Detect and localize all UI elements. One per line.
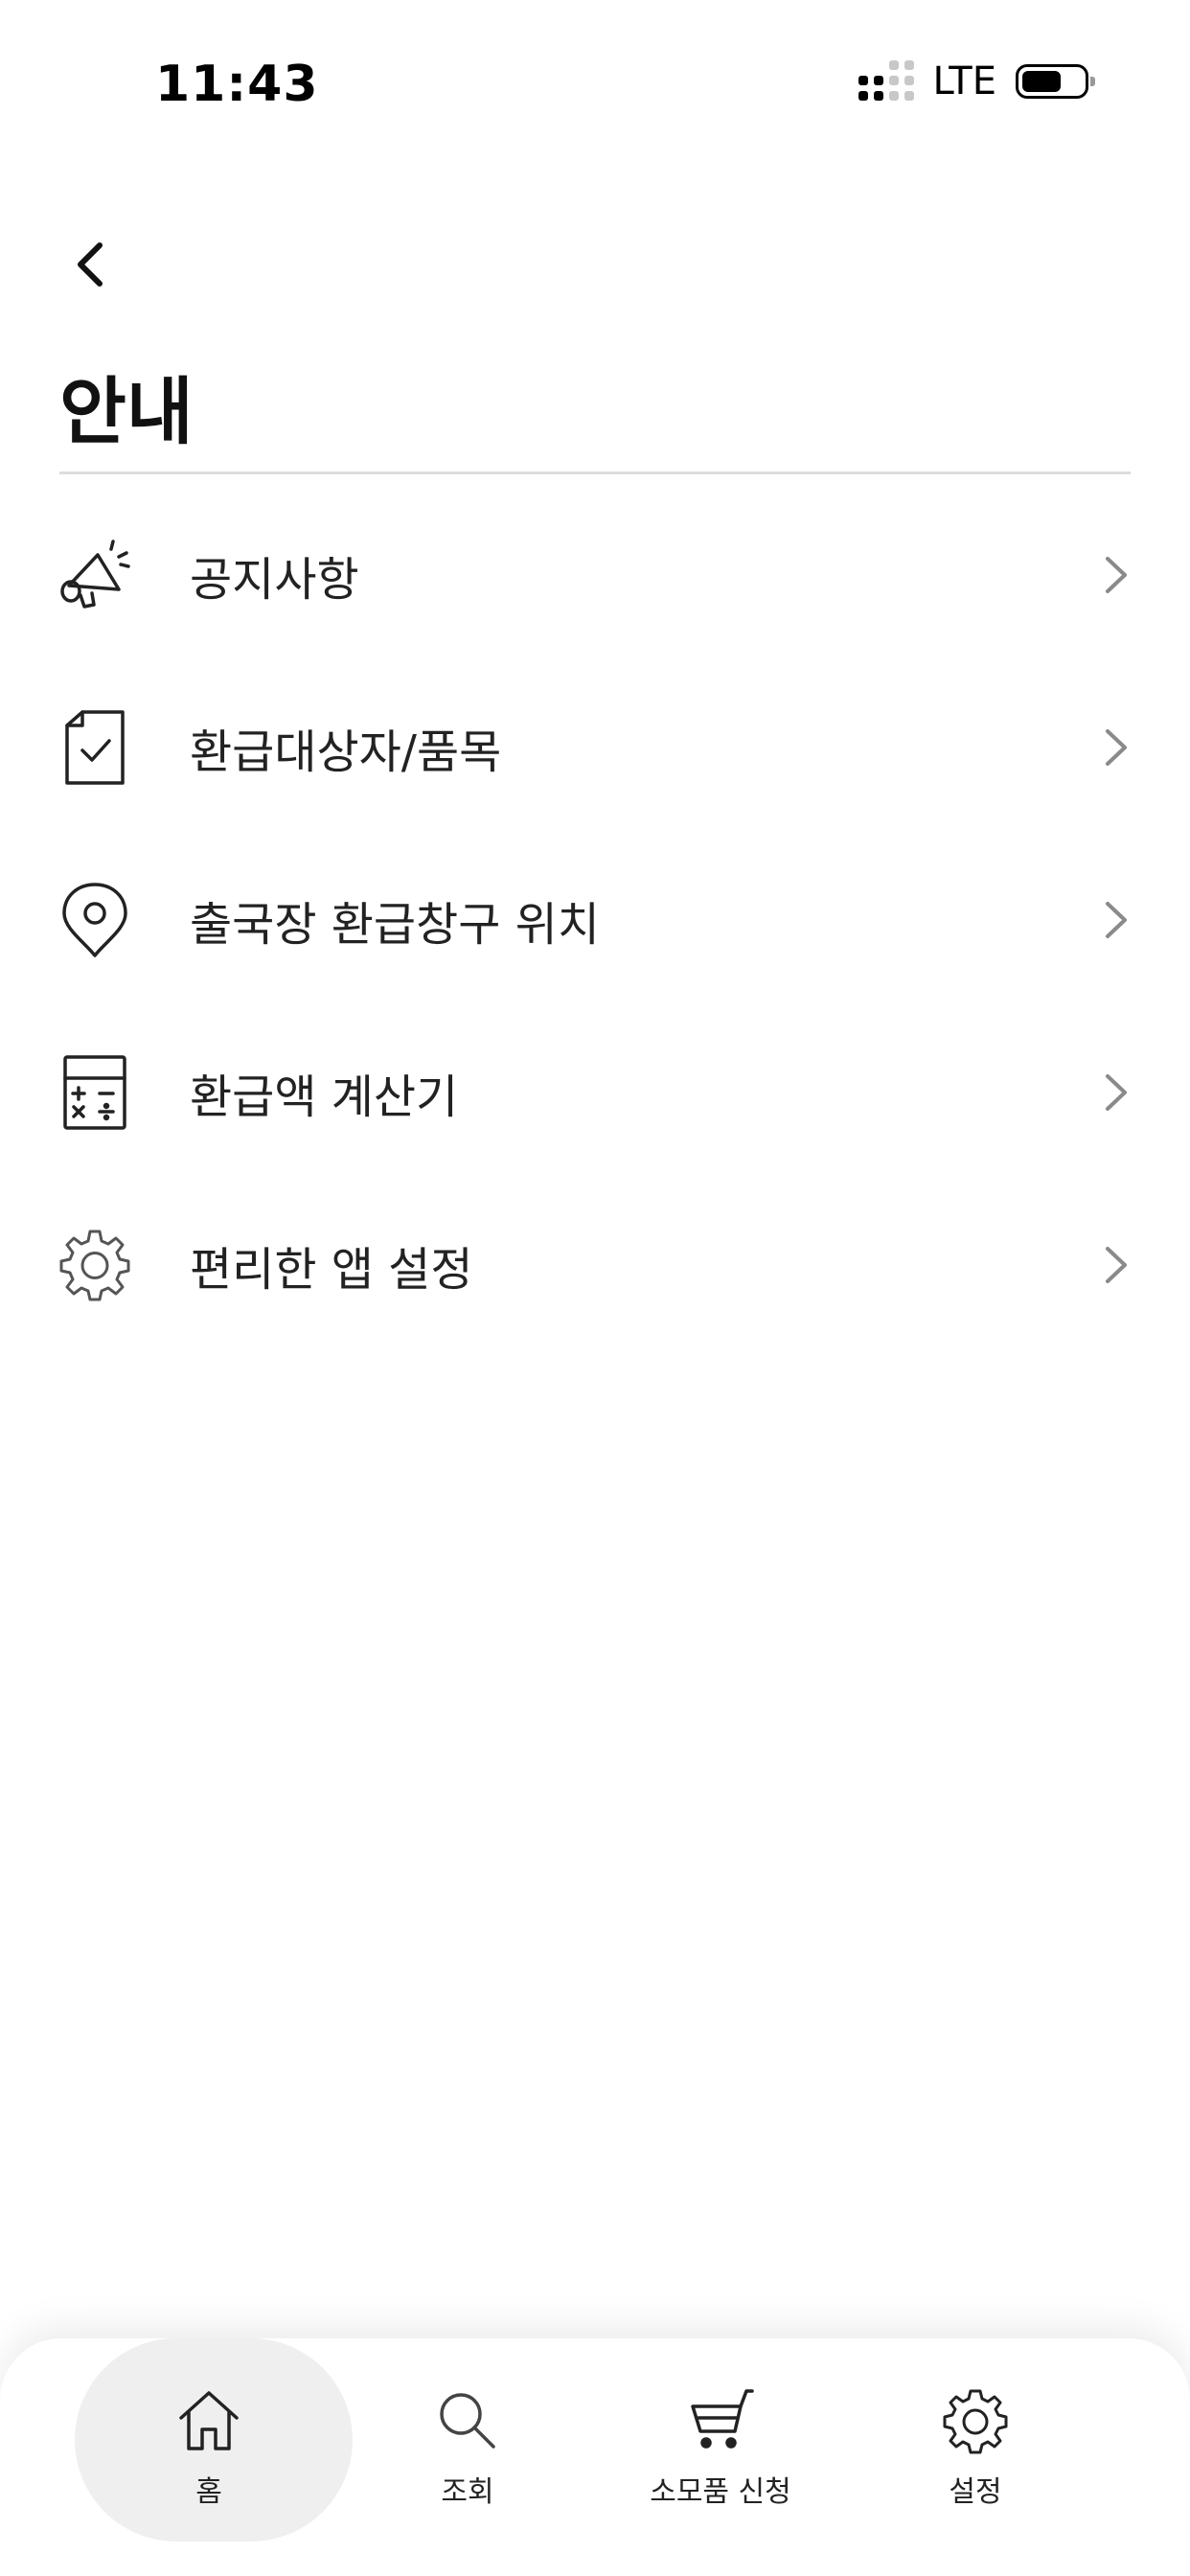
menu-item-refund-eligibility[interactable]: 환급대상자/품목 <box>0 661 1190 834</box>
nav-settings[interactable]: 설정 <box>841 2338 1110 2540</box>
location-pin-icon <box>56 881 134 959</box>
home-icon <box>179 2391 239 2450</box>
nav-label: 설정 <box>949 2475 1002 2509</box>
nav-search[interactable]: 조회 <box>333 2338 602 2540</box>
battery-icon <box>1016 64 1095 99</box>
menu-item-label: 출국장 환급창구 위치 <box>190 898 600 952</box>
menu-item-app-settings[interactable]: 편리한 앱 설정 <box>0 1179 1190 1351</box>
chevron-right-icon <box>1106 729 1127 766</box>
document-check-icon <box>56 708 134 787</box>
page-title: 안내 <box>59 369 194 454</box>
status-bar: 11:43 LTE <box>0 0 1190 144</box>
chevron-right-icon <box>1106 1247 1127 1283</box>
bottom-nav: 홈 조회 소모품 신청 설정 <box>0 2338 1190 2576</box>
chevron-right-icon <box>1106 557 1127 593</box>
megaphone-icon <box>56 536 134 614</box>
menu-item-refund-counter-location[interactable]: 출국장 환급창구 위치 <box>0 834 1190 1006</box>
gear-icon <box>943 2389 1008 2454</box>
search-icon <box>440 2393 495 2449</box>
menu-item-label: 환급대상자/품목 <box>190 725 502 779</box>
nav-label: 조회 <box>441 2475 494 2509</box>
menu-item-label: 공지사항 <box>190 553 359 607</box>
gear-icon <box>56 1226 134 1304</box>
nav-label: 홈 <box>195 2475 222 2509</box>
menu-item-notice[interactable]: 공지사항 <box>0 489 1190 661</box>
chevron-right-icon <box>1106 902 1127 938</box>
back-button[interactable] <box>67 238 115 291</box>
title-divider <box>59 472 1131 474</box>
status-indicators: LTE <box>858 59 1095 104</box>
nav-label: 소모품 신청 <box>650 2475 791 2509</box>
nav-supply-request[interactable]: 소모품 신청 <box>586 2338 855 2540</box>
nav-home[interactable]: 홈 <box>75 2338 353 2542</box>
cart-icon <box>691 2389 754 2449</box>
menu-item-refund-calculator[interactable]: 환급액 계산기 <box>0 1006 1190 1179</box>
menu-item-label: 환급액 계산기 <box>190 1070 459 1124</box>
chevron-left-icon <box>78 242 103 287</box>
chevron-right-icon <box>1106 1074 1127 1111</box>
signal-icon <box>858 60 914 101</box>
network-type: LTE <box>932 59 996 104</box>
calculator-icon <box>56 1053 134 1132</box>
status-time: 11:43 <box>155 56 319 113</box>
menu-item-label: 편리한 앱 설정 <box>190 1243 473 1297</box>
info-menu-list: 공지사항 환급대상자/품목 출국장 환급창구 위치 환급액 계산기 편리한 앱 … <box>0 489 1190 1351</box>
